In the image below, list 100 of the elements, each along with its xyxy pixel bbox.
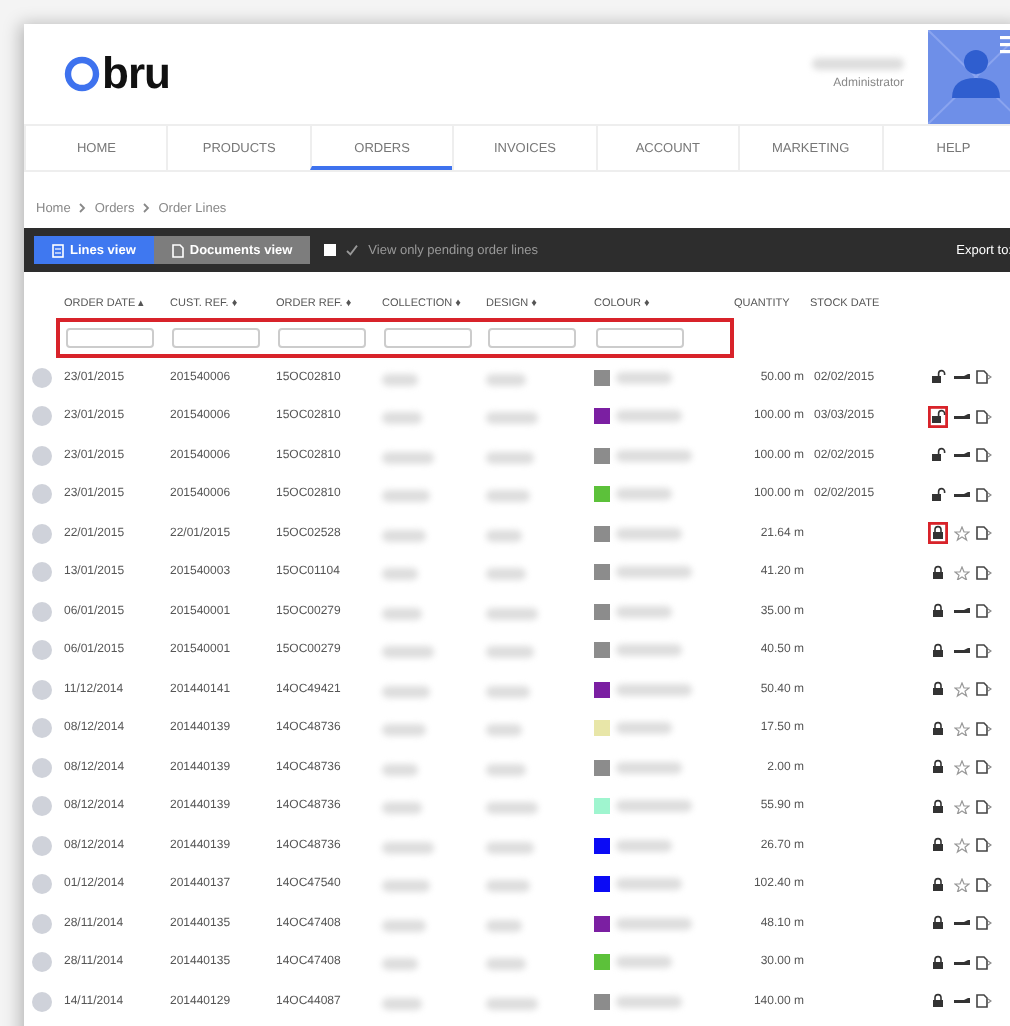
truck-icon[interactable] — [954, 916, 970, 931]
document-icon[interactable] — [976, 409, 992, 424]
blurred-text — [382, 646, 434, 659]
row-toggle[interactable] — [32, 445, 52, 466]
truck-icon[interactable] — [954, 487, 970, 502]
blurred-text — [616, 566, 692, 579]
document-icon[interactable] — [976, 721, 992, 736]
document-icon[interactable] — [976, 760, 992, 775]
row-toggle[interactable] — [32, 679, 52, 700]
truck-icon[interactable] — [954, 604, 970, 619]
blurred-text — [382, 958, 418, 971]
filter-field[interactable] — [384, 328, 472, 348]
document-icon[interactable] — [976, 370, 992, 385]
lock-icon[interactable] — [928, 756, 948, 779]
document-icon[interactable] — [976, 877, 992, 892]
blurred-text — [486, 958, 526, 971]
blurred-text — [382, 412, 422, 425]
row-toggle[interactable] — [32, 523, 52, 544]
row-toggle[interactable] — [32, 406, 52, 427]
lock-icon[interactable] — [928, 522, 948, 545]
blurred-text — [486, 724, 522, 737]
document-icon — [171, 243, 184, 257]
blurred-text — [616, 683, 692, 696]
open-lock-icon[interactable] — [928, 483, 948, 506]
row-toggle[interactable] — [32, 601, 52, 622]
star-icon[interactable] — [954, 721, 970, 736]
open-lock-icon[interactable] — [928, 444, 948, 467]
row-toggle[interactable] — [32, 640, 52, 661]
truck-icon[interactable] — [954, 409, 970, 424]
filter-field[interactable] — [278, 328, 366, 348]
row-toggle[interactable] — [32, 874, 52, 895]
logo-text: bru — [102, 48, 170, 100]
row-toggle[interactable] — [32, 835, 52, 856]
blurred-text — [486, 490, 530, 503]
row-toggle[interactable] — [32, 796, 52, 817]
document-icon[interactable] — [976, 838, 992, 853]
lock-icon[interactable] — [928, 873, 948, 896]
pending-checkbox[interactable] — [324, 244, 337, 256]
document-icon[interactable] — [976, 604, 992, 619]
blurred-user-name — [812, 58, 904, 70]
row-toggle[interactable] — [32, 952, 52, 973]
truck-icon[interactable] — [954, 643, 970, 658]
list-icon — [52, 243, 64, 257]
open-lock-icon[interactable] — [928, 405, 948, 428]
document-icon[interactable] — [976, 916, 992, 931]
blurred-text — [486, 568, 526, 581]
document-icon[interactable] — [976, 994, 992, 1009]
row-toggle[interactable] — [32, 991, 52, 1012]
blurred-text — [382, 763, 418, 776]
row-toggle[interactable] — [32, 484, 52, 505]
document-icon[interactable] — [976, 526, 992, 541]
lock-icon[interactable] — [928, 717, 948, 740]
document-icon[interactable] — [976, 799, 992, 814]
document-icon[interactable] — [976, 955, 992, 970]
lock-icon[interactable] — [928, 678, 948, 701]
truck-icon[interactable] — [954, 994, 970, 1009]
star-icon[interactable] — [954, 877, 970, 892]
lock-icon[interactable] — [928, 990, 948, 1013]
lock-icon[interactable] — [928, 834, 948, 857]
blurred-text — [486, 802, 538, 815]
document-icon[interactable] — [976, 643, 992, 658]
lock-icon[interactable] — [928, 600, 948, 623]
row-toggle[interactable] — [32, 367, 52, 388]
filter-field[interactable] — [488, 328, 576, 348]
star-icon[interactable] — [954, 682, 970, 697]
blurred-text — [486, 841, 534, 854]
check-mark-icon — [346, 244, 359, 256]
row-toggle[interactable] — [32, 913, 52, 934]
blurred-text — [616, 761, 682, 774]
star-icon[interactable] — [954, 799, 970, 814]
star-icon[interactable] — [954, 526, 970, 541]
lock-icon[interactable] — [928, 912, 948, 935]
star-icon[interactable] — [954, 760, 970, 775]
blurred-text — [382, 841, 434, 854]
blurred-text — [382, 490, 430, 503]
document-icon[interactable] — [976, 487, 992, 502]
truck-icon[interactable] — [954, 370, 970, 385]
lock-icon[interactable] — [928, 561, 948, 584]
star-icon[interactable] — [954, 838, 970, 853]
blurred-text — [616, 722, 672, 735]
document-icon[interactable] — [976, 565, 992, 580]
open-lock-icon[interactable] — [928, 366, 948, 389]
blurred-text — [486, 451, 534, 464]
star-icon[interactable] — [954, 565, 970, 580]
truck-icon[interactable] — [954, 955, 970, 970]
filter-field[interactable] — [596, 328, 684, 348]
blurred-text — [486, 763, 526, 776]
row-toggle[interactable] — [32, 718, 52, 739]
lock-icon[interactable] — [928, 639, 948, 662]
document-icon[interactable] — [976, 448, 992, 463]
row-toggle[interactable] — [32, 562, 52, 583]
filter-field[interactable] — [66, 328, 154, 348]
blurred-text — [616, 956, 672, 969]
lock-icon[interactable] — [928, 951, 948, 974]
document-icon[interactable] — [976, 682, 992, 697]
blurred-text — [616, 527, 682, 540]
lock-icon[interactable] — [928, 795, 948, 818]
filter-field[interactable] — [172, 328, 260, 348]
row-toggle[interactable] — [32, 757, 52, 778]
truck-icon[interactable] — [954, 448, 970, 463]
